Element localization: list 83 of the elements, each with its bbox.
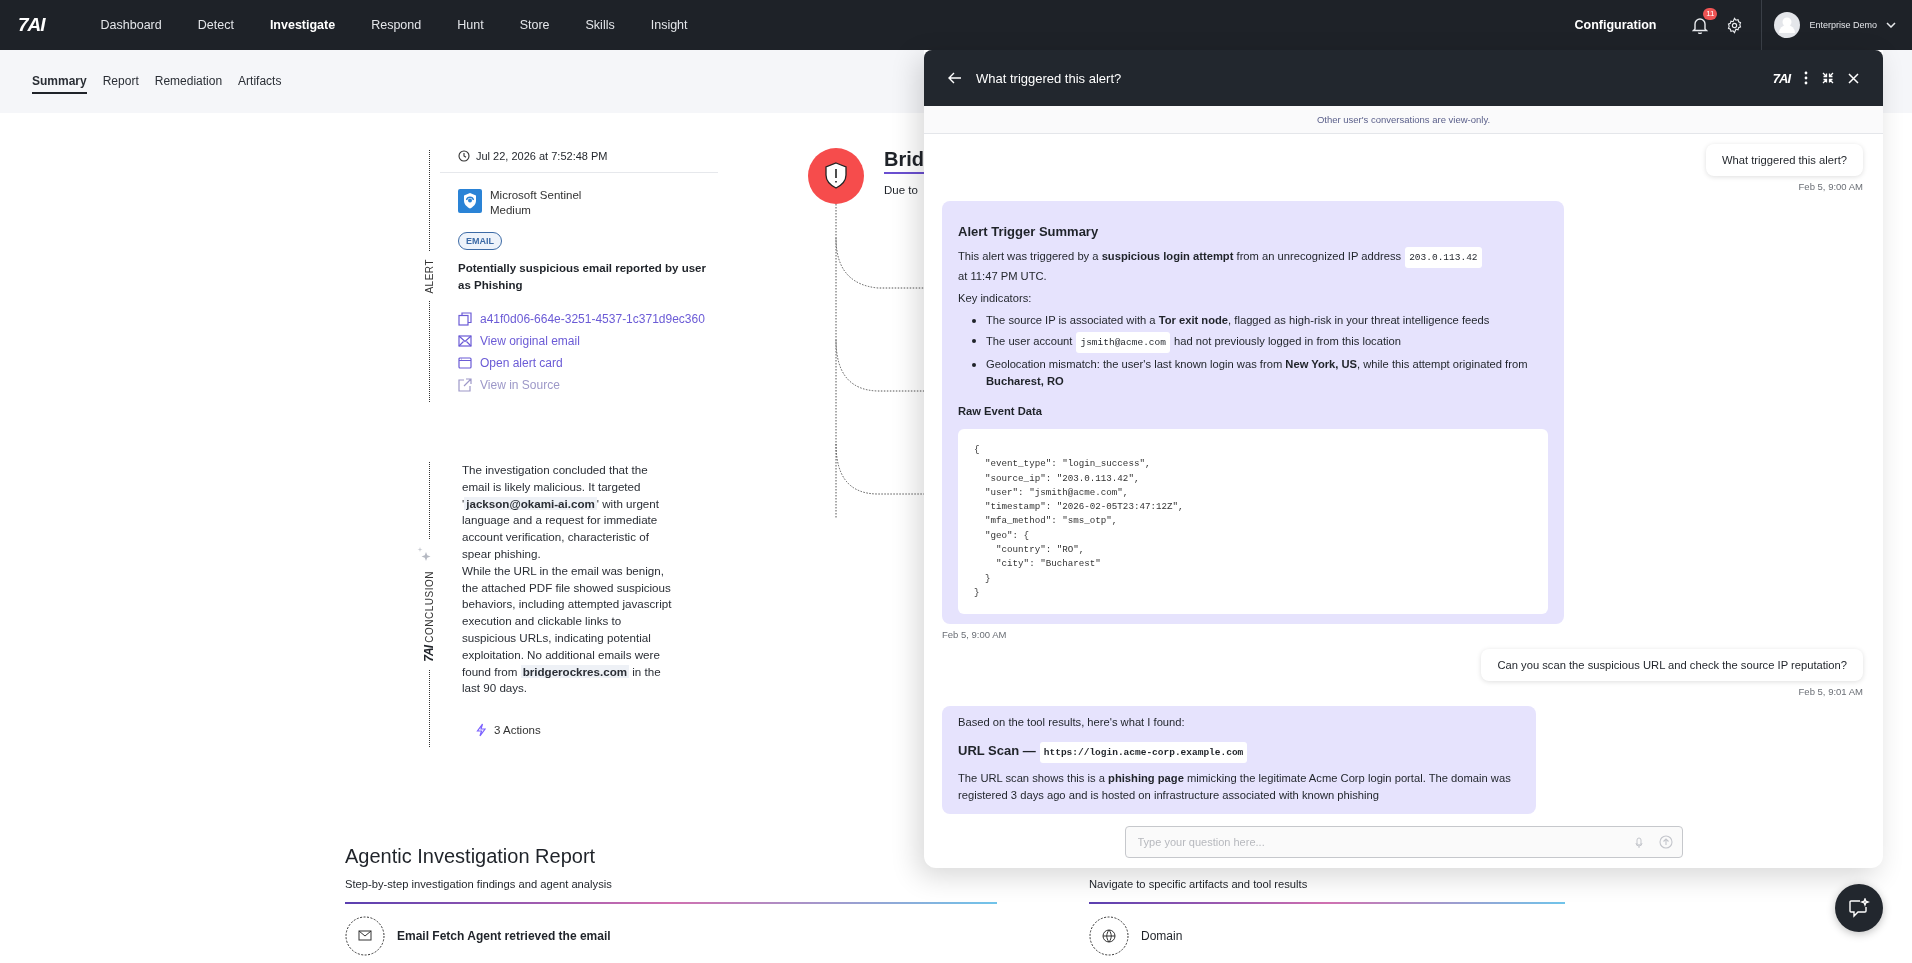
copy-icon — [458, 312, 472, 326]
configuration-link[interactable]: Configuration — [1556, 18, 1675, 32]
back-arrow-icon[interactable] — [948, 72, 962, 84]
alert-link[interactable]: View original email — [458, 334, 718, 348]
inline-code: https://login.acme-corp.example.com — [1039, 742, 1248, 764]
actions-link[interactable]: 3 Actions — [476, 723, 718, 738]
shield-alert-icon — [808, 148, 864, 204]
tab[interactable]: Artifacts — [238, 69, 282, 94]
more-options-icon[interactable] — [1804, 71, 1808, 85]
external-link-icon — [458, 378, 472, 392]
conclusion-paragraph: The investigation concluded that the email is likely malicious. It targeted 'jackson@okami-ai.com' with urgent language and a request for immediate account verification, characteristic of spear phishing. — [462, 462, 660, 562]
alert-title: Potentially suspicious email reported by user as Phishing — [458, 261, 707, 293]
conclusion-paragraph: While the URL in the email was benign, the attached PDF file showed suspicious behaviors, including attempted javascript execution and clickable links to suspicious URLs, indicating potential exploitation. No additional emails were found from bridgerockres.com in the last 90 days. — [462, 562, 673, 697]
brand-logo[interactable]: 7AI — [18, 14, 45, 36]
chat-assistant-button[interactable] — [1835, 884, 1883, 932]
nav-link[interactable]: Store — [501, 18, 568, 32]
alert-source: Microsoft Sentinel — [490, 189, 582, 201]
avatar-icon[interactable] — [1774, 12, 1801, 38]
brand-logo: 7AI — [422, 646, 436, 662]
tab[interactable]: Report — [102, 69, 139, 94]
message-text: at 11:47 PM UTC. — [958, 269, 1047, 284]
collapse-icon[interactable] — [1822, 72, 1834, 84]
nav-link[interactable]: Skills — [567, 18, 633, 32]
lightning-icon — [476, 723, 486, 738]
section-subtitle: Step-by-step investigation findings and agent analysis — [345, 878, 613, 890]
report-step-title[interactable]: Email Fetch Agent retrieved the email — [397, 928, 611, 943]
investigation-summary: Due to — [884, 184, 919, 196]
bullet-dot — [972, 319, 976, 323]
brand-logo: 7AI — [1772, 70, 1790, 86]
message-time: Feb 5, 9:00 AM — [1798, 181, 1863, 192]
message-text: had not previously logged in from this location — [1173, 334, 1401, 349]
message-text: The user account — [986, 334, 1073, 349]
globe-icon — [1089, 915, 1129, 956]
section-label: ALERT — [423, 258, 435, 294]
section-label: CONCLUSION — [423, 571, 435, 643]
settings-icon[interactable] — [1726, 16, 1744, 34]
view-only-notice: Other user's conversations are view-only. — [924, 106, 1883, 134]
tab[interactable]: Summary — [32, 69, 87, 94]
message-text: URL Scan — — [958, 742, 1036, 760]
window-icon — [458, 357, 472, 369]
tab[interactable]: Remediation — [154, 69, 223, 94]
nav-link[interactable]: Investigate — [251, 18, 354, 32]
chevron-down-icon[interactable] — [1886, 22, 1896, 28]
section-subtitle: Navigate to specific artifacts and tool results — [1089, 878, 1309, 890]
user-name[interactable]: Enterprise Demo — [1809, 20, 1877, 30]
section-title: Agentic Investigation Report — [345, 845, 597, 868]
message-text: Alert Trigger Summary — [958, 223, 1099, 240]
alert-timestamp: Jul 22, 2026 at 7:52:48 PM — [476, 150, 608, 162]
message-text: The source IP is associated with a Tor exit node, flagged as high-risk in your threat intelligence feeds — [986, 313, 1490, 328]
nav-link[interactable]: Hunt — [439, 18, 502, 32]
bell-icon[interactable] — [1692, 16, 1709, 34]
alert-link[interactable]: Open alert card — [458, 356, 718, 370]
alert-link[interactable]: a41f0d06-664e-3251-4537-1c371d9ec360 — [458, 312, 718, 326]
bullet-dot — [972, 363, 976, 367]
message-text: Key indicators: — [958, 291, 1032, 306]
bullet-dot — [972, 339, 976, 343]
user-message: Can you scan the suspicious URL and check the source IP reputation? — [1481, 649, 1863, 682]
sentinel-shield-icon — [458, 189, 482, 213]
message-text: This alert was triggered by a suspicious login attempt from an unrecognized IP address — [958, 249, 1402, 264]
alert-severity: Medium — [490, 204, 532, 216]
email-tag: EMAIL — [458, 232, 502, 250]
notification-badge: 11 — [1703, 7, 1718, 20]
message-text: Based on the tool results, here's what I found: — [958, 715, 1185, 731]
code-block: { "event_type": "login_success", "source_ip": "203.0.113.42", "user": "jsmith@acme.com", "timestamp": "2026-02-05T23:47:12Z", "mfa_method": "sms_otp", "geo": { "country": "RO", "city": "Bucharest" } } — [958, 429, 1548, 615]
mail-icon — [458, 335, 472, 347]
message-text: The URL scan shows this is a phishing page mimicking the legitimate Acme Corp login portal. The domain was registered 3 days ago and is hosted on infrastructure associated with known phishing — [958, 771, 1512, 804]
clock-icon — [458, 150, 470, 162]
close-icon[interactable] — [1848, 72, 1859, 84]
message-time: Feb 5, 9:00 AM — [942, 629, 1007, 641]
mail-icon — [345, 915, 385, 956]
inline-code: jsmith@acme.com — [1076, 332, 1170, 353]
nav-link[interactable]: Insight — [632, 18, 706, 32]
nav-link[interactable]: Dashboard — [82, 18, 180, 32]
inline-code: 203.0.113.42 — [1405, 247, 1482, 268]
user-message: What triggered this alert? — [1706, 144, 1863, 176]
message-text: Geolocation mismatch: the user's last known login was from New York, US, while this attempt originated from Bucharest, RO — [986, 357, 1529, 389]
chat-title: What triggered this alert? — [976, 70, 1123, 86]
nav-link[interactable]: Detect — [179, 18, 252, 32]
message-time: Feb 5, 9:01 AM — [1798, 686, 1863, 698]
message-text: Raw Event Data — [958, 404, 1042, 419]
artifact-name[interactable]: Domain — [1141, 928, 1183, 943]
chat-sparkle-icon — [1848, 898, 1870, 918]
nav-link[interactable]: Respond — [353, 18, 440, 32]
